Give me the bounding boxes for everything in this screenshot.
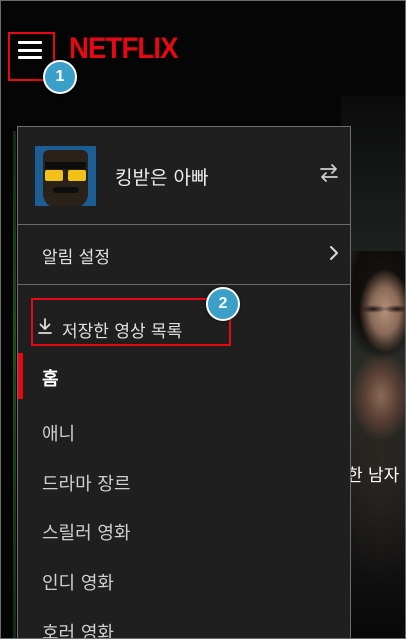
notification-settings-label: 알림 설정: [42, 248, 110, 268]
download-icon: [38, 318, 52, 334]
step-badge-2: 2: [206, 287, 240, 321]
menu-item-home[interactable]: 홈: [18, 353, 350, 399]
downloads-label: 저장한 영상 목록: [62, 322, 183, 342]
menu-item-drama[interactable]: 드라마 장르: [18, 458, 350, 504]
menu-item-thriller[interactable]: 스릴러 영화: [18, 507, 350, 553]
background-edge: [13, 131, 16, 638]
profile-name: 킹받은 아빠: [115, 167, 209, 189]
menu-item-indie[interactable]: 인디 영화: [18, 557, 350, 603]
menu-item-label: 애니: [42, 424, 76, 445]
menu-item-label: 스릴러 영화: [42, 523, 131, 544]
step-badge-1: 1: [43, 60, 77, 94]
notification-settings-row[interactable]: 알림 설정: [18, 224, 350, 285]
menu-item-label: 인디 영화: [42, 573, 114, 594]
poster-face-image: [351, 251, 405, 361]
netflix-logo[interactable]: NETFLIX: [69, 32, 178, 66]
chevron-right-icon: [330, 246, 338, 260]
profile-row[interactable]: 킹받은 아빠: [18, 127, 350, 225]
menu-item-label: 홈: [42, 369, 59, 390]
menu-item-label: 호러 영화: [42, 623, 114, 639]
avatar[interactable]: [35, 146, 96, 206]
menu-item-label: 드라마 장르: [42, 474, 131, 495]
poster-title-fragment: 한 남자: [347, 466, 400, 486]
menu-item-horror[interactable]: 호러 영화: [18, 607, 350, 639]
navigation-drawer: 킹받은 아빠 알림 설정 저장한 영상 목록 홈 애니 드라마 장르 스릴러 영…: [17, 126, 351, 639]
menu-item-anime[interactable]: 애니: [18, 408, 350, 454]
app-window: 한 남자 NETFLIX 1 킹받은 아빠 알림 설정 저장한 영상 목록 홈 …: [0, 0, 406, 639]
downloads-row[interactable]: 저장한 영상 목록: [18, 285, 350, 351]
active-indicator: [18, 353, 23, 399]
switch-profile-icon[interactable]: [318, 162, 340, 184]
